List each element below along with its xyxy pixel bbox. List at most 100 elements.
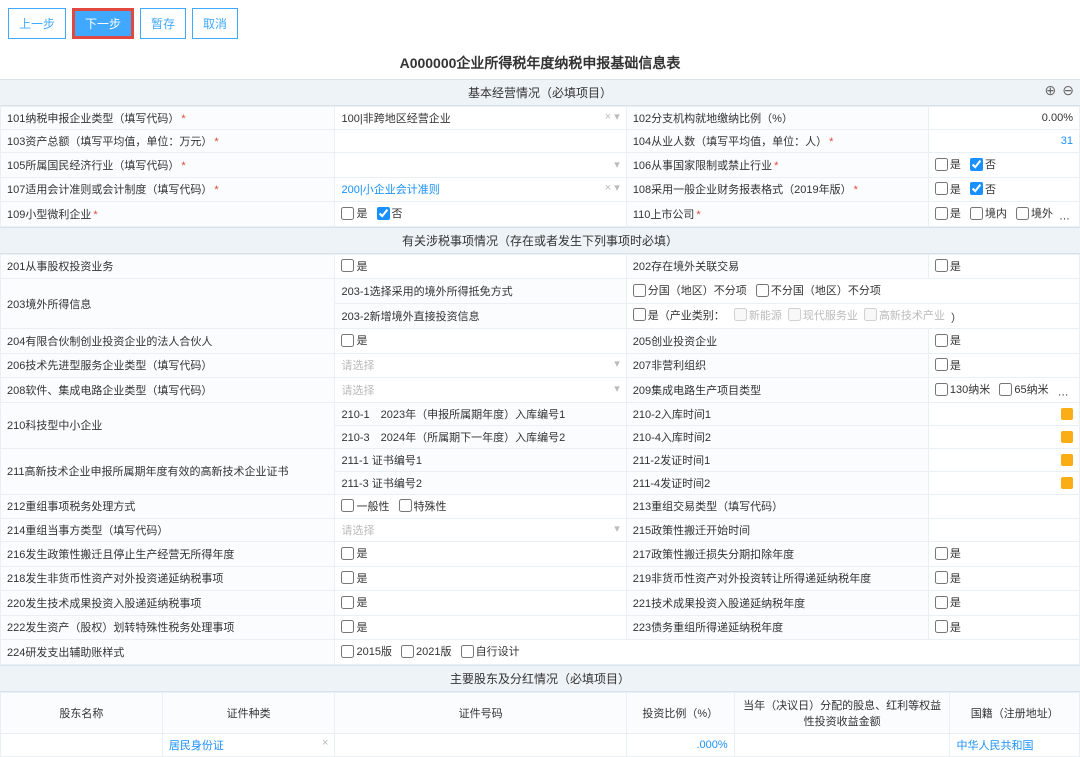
label-105: 105所属国民经济行业（填写代码）* <box>1 153 335 178</box>
field-213[interactable] <box>928 494 1079 519</box>
label-203-2: 203-2新增境外直接投资信息 <box>335 303 626 329</box>
cell-certno[interactable] <box>335 733 626 756</box>
page-title: A000000企业所得税年度纳税申报基础信息表 <box>0 47 1080 79</box>
label-209: 209集成电路生产项目类型 <box>626 378 928 403</box>
field-219[interactable]: 是 <box>928 566 1079 591</box>
section-tax: 有关涉税事项情况（存在或者发生下列事项时必填） <box>0 227 1080 254</box>
field-216[interactable]: 是 <box>335 542 626 567</box>
label-201: 201从事股权投资业务 <box>1 254 335 279</box>
field-217[interactable]: 是 <box>928 542 1079 567</box>
calendar-icon <box>1061 431 1073 443</box>
next-step-button[interactable]: 下一步 <box>72 8 134 39</box>
th-name: 股东名称 <box>1 692 163 733</box>
cell-certtype[interactable]: 居民身份证× <box>162 733 335 756</box>
label-107: 107适用会计准则或会计制度（填写代码）* <box>1 177 335 202</box>
field-220[interactable]: 是 <box>335 591 626 616</box>
section-basic: 基本经营情况（必填项目） ⊕ ⊖ <box>0 79 1080 106</box>
field-106[interactable]: 是 否 <box>928 153 1079 178</box>
field-104[interactable]: 31 <box>928 130 1079 153</box>
label-224: 224研发支出辅助账样式 <box>1 640 335 665</box>
field-101[interactable]: 100|非跨地区经营企业× ▾ <box>335 107 626 130</box>
label-202: 202存在境外关联交易 <box>626 254 928 279</box>
label-108: 108采用一般企业财务报表格式（2019年版）* <box>626 177 928 202</box>
save-draft-button[interactable]: 暂存 <box>140 8 186 39</box>
field-207[interactable]: 是 <box>928 353 1079 378</box>
label-214: 214重组当事方类型（填写代码） <box>1 519 335 542</box>
label-219: 219非货币性资产对外投资转让所得递延纳税年度 <box>626 566 928 591</box>
cell-dividend[interactable] <box>734 733 950 756</box>
label-210: 210科技型中小企业 <box>1 402 335 448</box>
field-209[interactable]: 130纳米 65纳米 28纳米 <box>928 378 1079 403</box>
label-211-4: 211-4发证时间2 <box>626 471 928 494</box>
field-102: 0.00% <box>928 107 1079 130</box>
field-206[interactable]: 请选择▾ <box>335 353 626 378</box>
label-104: 104从业人数（填写平均值，单位：人）* <box>626 130 928 153</box>
zoom-in-icon[interactable]: ⊕ <box>1045 82 1057 99</box>
label-211-3: 211-3 证书编号2 <box>335 471 626 494</box>
label-222: 222发生资产（股权）划转特殊性税务处理事项 <box>1 615 335 640</box>
prev-step-button[interactable]: 上一步 <box>8 8 66 39</box>
field-224[interactable]: 2015版 2021版 自行设计 <box>335 640 1080 665</box>
cell-name[interactable] <box>1 733 163 756</box>
zoom-out-icon[interactable]: ⊖ <box>1062 82 1074 99</box>
label-109: 109小型微利企业* <box>1 202 335 227</box>
field-211-4[interactable] <box>928 471 1079 494</box>
field-223[interactable]: 是 <box>928 615 1079 640</box>
field-105[interactable]: ▾ <box>335 153 626 178</box>
field-203-2[interactable]: 是（产业类别： 新能源现代服务业高新技术产业） <box>626 303 1079 329</box>
label-206: 206技术先进型服务企业类型（填写代码） <box>1 353 335 378</box>
th-certtype: 证件种类 <box>162 692 335 733</box>
label-213: 213重组交易类型（填写代码） <box>626 494 928 519</box>
calendar-icon <box>1061 454 1073 466</box>
th-dividend: 当年（决议日）分配的股息、红利等权益性投资收益金额 <box>734 692 950 733</box>
cell-ratio[interactable]: .000% <box>626 733 734 756</box>
field-215[interactable] <box>928 519 1079 542</box>
field-107[interactable]: 200|小企业会计准则× ▾ <box>335 177 626 202</box>
field-202[interactable]: 是 <box>928 254 1079 279</box>
label-220: 220发生技术成果投资入股递延纳税事项 <box>1 591 335 616</box>
field-201[interactable]: 是 <box>335 254 626 279</box>
label-211-1: 211-1 证书编号1 <box>335 448 626 471</box>
field-218[interactable]: 是 <box>335 566 626 591</box>
label-212: 212重组事项税务处理方式 <box>1 494 335 519</box>
label-218: 218发生非货币性资产对外投资递延纳税事项 <box>1 566 335 591</box>
field-210-2[interactable] <box>928 402 1079 425</box>
label-101: 101纳税申报企业类型（填写代码）* <box>1 107 335 130</box>
field-108[interactable]: 是 否 <box>928 177 1079 202</box>
label-207: 207非营利组织 <box>626 353 928 378</box>
field-204[interactable]: 是 <box>335 329 626 354</box>
field-103[interactable] <box>335 130 626 153</box>
field-222[interactable]: 是 <box>335 615 626 640</box>
label-221: 221技术成果投资入股递延纳税年度 <box>626 591 928 616</box>
field-109[interactable]: 是 否 <box>335 202 626 227</box>
field-208[interactable]: 请选择▾ <box>335 378 626 403</box>
label-210-2: 210-2入库时间1 <box>626 402 928 425</box>
label-215: 215政策性搬迁开始时间 <box>626 519 928 542</box>
label-216: 216发生政策性搬迁且停止生产经营无所得年度 <box>1 542 335 567</box>
cancel-button[interactable]: 取消 <box>192 8 238 39</box>
field-221[interactable]: 是 <box>928 591 1079 616</box>
th-ratio: 投资比例（%） <box>626 692 734 733</box>
field-110[interactable]: 是 境内 境外 否 <box>928 202 1079 227</box>
field-210-4[interactable] <box>928 425 1079 448</box>
th-country: 国籍（注册地址） <box>950 692 1080 733</box>
field-214[interactable]: 请选择▾ <box>335 519 626 542</box>
cell-country[interactable]: 中华人民共和国 <box>950 733 1080 756</box>
field-203-1[interactable]: 分国（地区）不分项 不分国（地区）不分项 <box>626 279 1079 304</box>
table-row[interactable]: 居民身份证× .000% 中华人民共和国 <box>1 733 1080 756</box>
section-share: 主要股东及分红情况（必填项目） <box>0 665 1080 692</box>
field-205[interactable]: 是 <box>928 329 1079 354</box>
field-212[interactable]: 一般性 特殊性 <box>335 494 626 519</box>
label-211-2: 211-2发证时间1 <box>626 448 928 471</box>
th-certno: 证件号码 <box>335 692 626 733</box>
label-210-4: 210-4入库时间2 <box>626 425 928 448</box>
label-103: 103资产总额（填写平均值，单位：万元）* <box>1 130 335 153</box>
label-217: 217政策性搬迁损失分期扣除年度 <box>626 542 928 567</box>
label-211: 211高新技术企业申报所属期年度有效的高新技术企业证书 <box>1 448 335 494</box>
label-203: 203境外所得信息 <box>1 279 335 329</box>
label-205: 205创业投资企业 <box>626 329 928 354</box>
label-210-1: 210-1 2023年（申报所属期年度）入库编号1 <box>335 402 626 425</box>
calendar-icon <box>1061 477 1073 489</box>
field-211-2[interactable] <box>928 448 1079 471</box>
label-223: 223债务重组所得递延纳税年度 <box>626 615 928 640</box>
